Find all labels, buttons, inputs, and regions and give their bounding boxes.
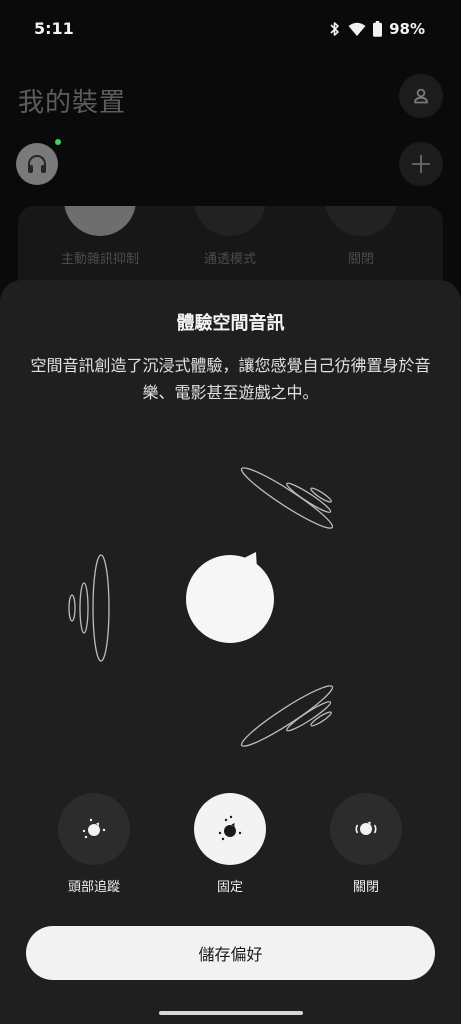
mode-off-button[interactable] [325,206,397,236]
person-icon [414,88,428,104]
gesture-nav-handle[interactable] [159,1011,303,1015]
head-figure [186,552,274,643]
page-title: 我的裝置 [18,88,127,118]
off-icon [355,821,377,835]
sound-waves-left [68,554,110,662]
headphones-icon [28,155,46,173]
battery-icon [373,21,383,37]
sound-waves-top-right [240,467,334,529]
option-head-tracking-button[interactable] [58,793,130,865]
add-device-button[interactable] [399,142,443,186]
spatial-audio-illustration [68,467,334,747]
save-preference-button[interactable]: 儲存偏好 [26,926,435,980]
option-off[interactable]: 關閉 [330,793,402,895]
connection-status-dot [55,139,61,145]
mode-transparency-button[interactable] [194,206,266,236]
fixed-icon [218,815,242,841]
plus-icon [412,155,430,173]
bluetooth-icon [330,22,339,36]
head-tracking-icon [82,818,106,839]
status-icons: 98% [329,20,425,38]
wifi-icon [348,22,366,36]
sheet-title: 體驗空間音訊 [176,313,285,334]
mode-anc-button[interactable] [64,206,136,236]
account-button[interactable] [399,74,443,118]
option-fixed-label: 固定 [216,880,243,895]
option-off-label: 關閉 [352,880,379,895]
option-head-tracking[interactable]: 頭部追蹤 [58,793,130,895]
sheet-description: 空間音訊創造了沉浸式體驗，讓您感覺自己彷彿置身於音樂、電影甚至遊戲之中。 [30,356,431,402]
status-bar: 5:11 98% [0,0,461,60]
option-off-button[interactable] [330,793,402,865]
option-head-tracking-label: 頭部追蹤 [67,880,120,895]
mode-off-label: 關閉 [347,252,374,267]
mode-transparency-label: 通透模式 [203,252,256,267]
status-time: 5:11 [34,19,74,38]
mode-anc-label: 主動雜訊抑制 [60,252,139,267]
option-fixed-button[interactable] [194,793,266,865]
battery-percentage: 98% [389,20,425,38]
device-avatar[interactable] [16,143,58,185]
option-fixed[interactable]: 固定 [194,793,266,895]
sound-waves-bottom-right [240,685,334,747]
